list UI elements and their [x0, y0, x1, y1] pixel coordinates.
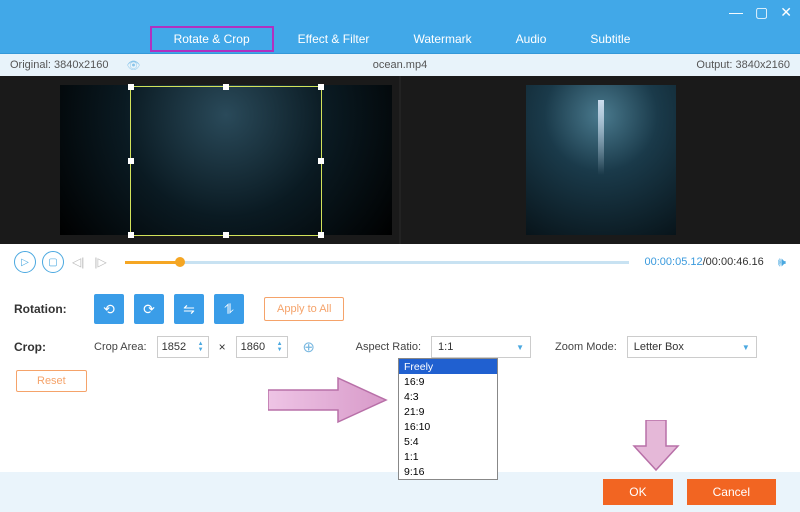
stop-button[interactable]: ▢ [42, 251, 64, 273]
minimize-button[interactable]: — [729, 4, 743, 20]
crop-handle[interactable] [318, 232, 324, 238]
crop-handle[interactable] [128, 84, 134, 90]
center-crop-icon[interactable]: ⊕ [298, 336, 320, 358]
output-video-thumb [526, 85, 676, 235]
rotate-ccw-button[interactable]: ⟲ [94, 294, 124, 324]
prev-frame-button[interactable]: ◁| [70, 255, 86, 269]
ok-button[interactable]: OK [603, 479, 672, 505]
tab-effect-filter[interactable]: Effect & Filter [276, 24, 392, 54]
tab-rotate-crop[interactable]: Rotate & Crop [150, 26, 274, 52]
crop-rectangle[interactable] [130, 86, 322, 236]
aspect-option-5-4[interactable]: 5:4 [399, 434, 497, 449]
flip-vertical-button[interactable]: ⥮ [214, 294, 244, 324]
flip-horizontal-button[interactable]: ⇋ [174, 294, 204, 324]
tab-bar: Rotate & Crop Effect & Filter Watermark … [0, 24, 800, 54]
crop-handle[interactable] [128, 232, 134, 238]
aspect-option-freely[interactable]: Freely [399, 359, 497, 374]
filename-label: ocean.mp4 [373, 59, 427, 71]
seek-thumb[interactable] [175, 257, 185, 267]
preview-eye-icon[interactable]: 👁 [126, 59, 140, 72]
tab-audio[interactable]: Audio [494, 24, 569, 54]
apply-to-all-button[interactable]: Apply to All [264, 297, 344, 321]
play-button[interactable]: ▷ [14, 251, 36, 273]
seek-bar[interactable] [125, 261, 629, 264]
chevron-down-icon: ▼ [516, 343, 524, 352]
reset-button[interactable]: Reset [16, 370, 87, 392]
rotation-label: Rotation: [14, 302, 84, 316]
crop-width-input[interactable]: 1852 ▲▼ [157, 336, 209, 358]
crop-handle[interactable] [128, 158, 134, 164]
rotate-cw-button[interactable]: ⟳ [134, 294, 164, 324]
current-time: 00:00:05.12 [645, 256, 703, 268]
crop-area-label: Crop Area: [94, 341, 147, 353]
tab-subtitle[interactable]: Subtitle [568, 24, 652, 54]
preview-original[interactable] [0, 76, 399, 244]
crop-handle[interactable] [223, 232, 229, 238]
aspect-option-4-3[interactable]: 4:3 [399, 389, 497, 404]
maximize-button[interactable]: ▢ [755, 4, 768, 21]
title-bar: — ▢ ✕ [0, 0, 800, 24]
chevron-down-icon: ▼ [742, 343, 750, 352]
aspect-ratio-label: Aspect Ratio: [356, 341, 421, 353]
time-display: 00:00:05.12/00:00:46.16 [645, 256, 764, 268]
total-time: /00:00:46.16 [703, 256, 764, 268]
tab-watermark[interactable]: Watermark [391, 24, 493, 54]
crop-handle[interactable] [318, 158, 324, 164]
rotation-row: Rotation: ⟲ ⟳ ⇋ ⥮ Apply to All [14, 294, 786, 324]
zoom-mode-label: Zoom Mode: [555, 341, 617, 353]
aspect-option-1-1[interactable]: 1:1 [399, 449, 497, 464]
preview-row [0, 76, 800, 244]
crop-height-input[interactable]: 1860 ▲▼ [236, 336, 288, 358]
aspect-option-16-10[interactable]: 16:10 [399, 419, 497, 434]
output-label: Output: 3840x2160 [696, 59, 790, 71]
width-spinner[interactable]: ▲▼ [198, 341, 204, 353]
height-spinner[interactable]: ▲▼ [277, 341, 283, 353]
close-button[interactable]: ✕ [780, 4, 792, 21]
zoom-mode-dropdown[interactable]: Letter Box▼ [627, 336, 757, 358]
aspect-ratio-dropdown[interactable]: 1:1▼ [431, 336, 531, 358]
times-glyph: × [219, 340, 226, 354]
next-frame-button[interactable]: |▷ [92, 255, 108, 269]
aspect-option-9-16[interactable]: 9:16 [399, 464, 497, 479]
playback-bar: ▷ ▢ ◁| |▷ 00:00:05.12/00:00:46.16 🕪 [0, 244, 800, 280]
seek-progress [125, 261, 180, 264]
aspect-ratio-menu[interactable]: Freely 16:9 4:3 21:9 16:10 5:4 1:1 9:16 [398, 358, 498, 480]
aspect-option-16-9[interactable]: 16:9 [399, 374, 497, 389]
volume-icon[interactable]: 🕪 [778, 254, 786, 270]
info-bar: Original: 3840x2160 👁 ocean.mp4 Output: … [0, 54, 800, 76]
crop-handle[interactable] [318, 84, 324, 90]
crop-label: Crop: [14, 340, 84, 354]
cancel-button[interactable]: Cancel [687, 479, 776, 505]
aspect-option-21-9[interactable]: 21:9 [399, 404, 497, 419]
crop-handle[interactable] [223, 84, 229, 90]
crop-row: Crop: Crop Area: 1852 ▲▼ × 1860 ▲▼ ⊕ Asp… [14, 336, 786, 358]
original-label: Original: 3840x2160 [10, 59, 108, 71]
preview-output [401, 76, 800, 244]
annotation-arrow-down [632, 420, 680, 472]
